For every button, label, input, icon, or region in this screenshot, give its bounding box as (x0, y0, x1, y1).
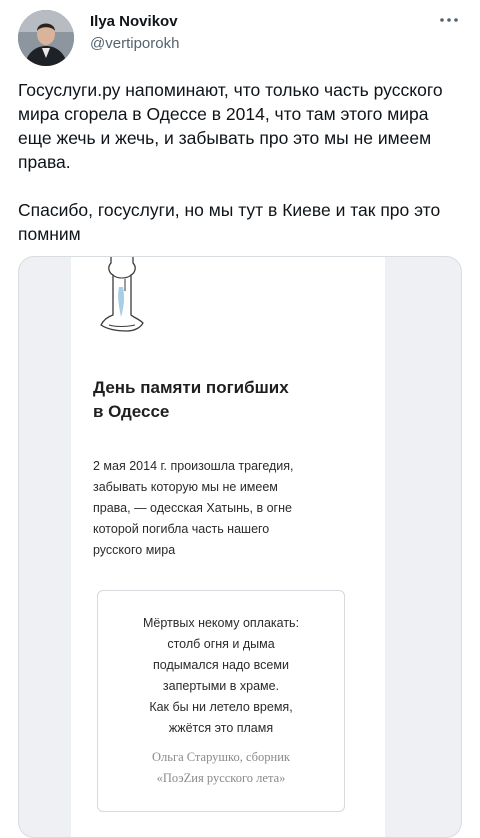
email-body-line: русского мира (93, 543, 176, 557)
tweet-paragraph: Госуслуги.ру напоминают, что только част… (18, 80, 443, 172)
tweet-text: Госуслуги.ру напоминают, что только част… (18, 78, 462, 246)
tweet-header: Ilya Novikov @vertiporokh (18, 10, 464, 66)
poem-line: Как бы ни летело время, (149, 700, 293, 714)
email-body-line: права, — одесская Хатынь, в огне (93, 501, 292, 515)
email-body-line: которой погибла часть нашего (93, 522, 270, 536)
tweet-paragraph: Спасибо, госуслуги, но мы тут в Киеве и … (18, 200, 441, 244)
poem-source-line: Ольга Старушко, сборник (151, 750, 290, 764)
email-body-line: 2 мая 2014 г. произошла трагедия, (93, 459, 294, 473)
tweet-media-image[interactable]: День памяти погибших в Одессе 2 мая 2014… (18, 256, 462, 838)
author-handle[interactable]: @vertiporokh (90, 35, 179, 52)
poem-quote-box: Мёртвых некому оплакать: столб огня и ды… (97, 590, 345, 812)
poem-text: Мёртвых некому оплакать: столб огня и ды… (98, 613, 344, 739)
poem-line: жжётся это пламя (168, 721, 274, 735)
poem-line: Мёртвых некому оплакать: (142, 616, 300, 630)
author-name[interactable]: Ilya Novikov (90, 13, 178, 30)
poem-line: подымался надо всеми (153, 658, 289, 672)
email-title-line: в Одессе (93, 402, 170, 421)
avatar[interactable] (18, 10, 74, 66)
email-title: День памяти погибших в Одессе (93, 376, 363, 424)
email-title-line: День памяти погибших (93, 378, 289, 397)
candle-icon (97, 257, 145, 341)
email-body-line: забывать которую мы не имеем (93, 480, 278, 494)
more-dots-icon[interactable] (438, 12, 460, 28)
email-content-panel: День памяти погибших в Одессе 2 мая 2014… (71, 257, 385, 837)
poem-source-line: «ПоэZия русского лета» (156, 771, 286, 785)
poem-source: Ольга Старушко, сборник «ПоэZия русского… (98, 747, 344, 789)
poem-line: столб огня и дыма (167, 637, 275, 651)
email-body: 2 мая 2014 г. произошла трагедия, забыва… (93, 456, 343, 561)
poem-line: запертыми в храме. (162, 679, 280, 693)
